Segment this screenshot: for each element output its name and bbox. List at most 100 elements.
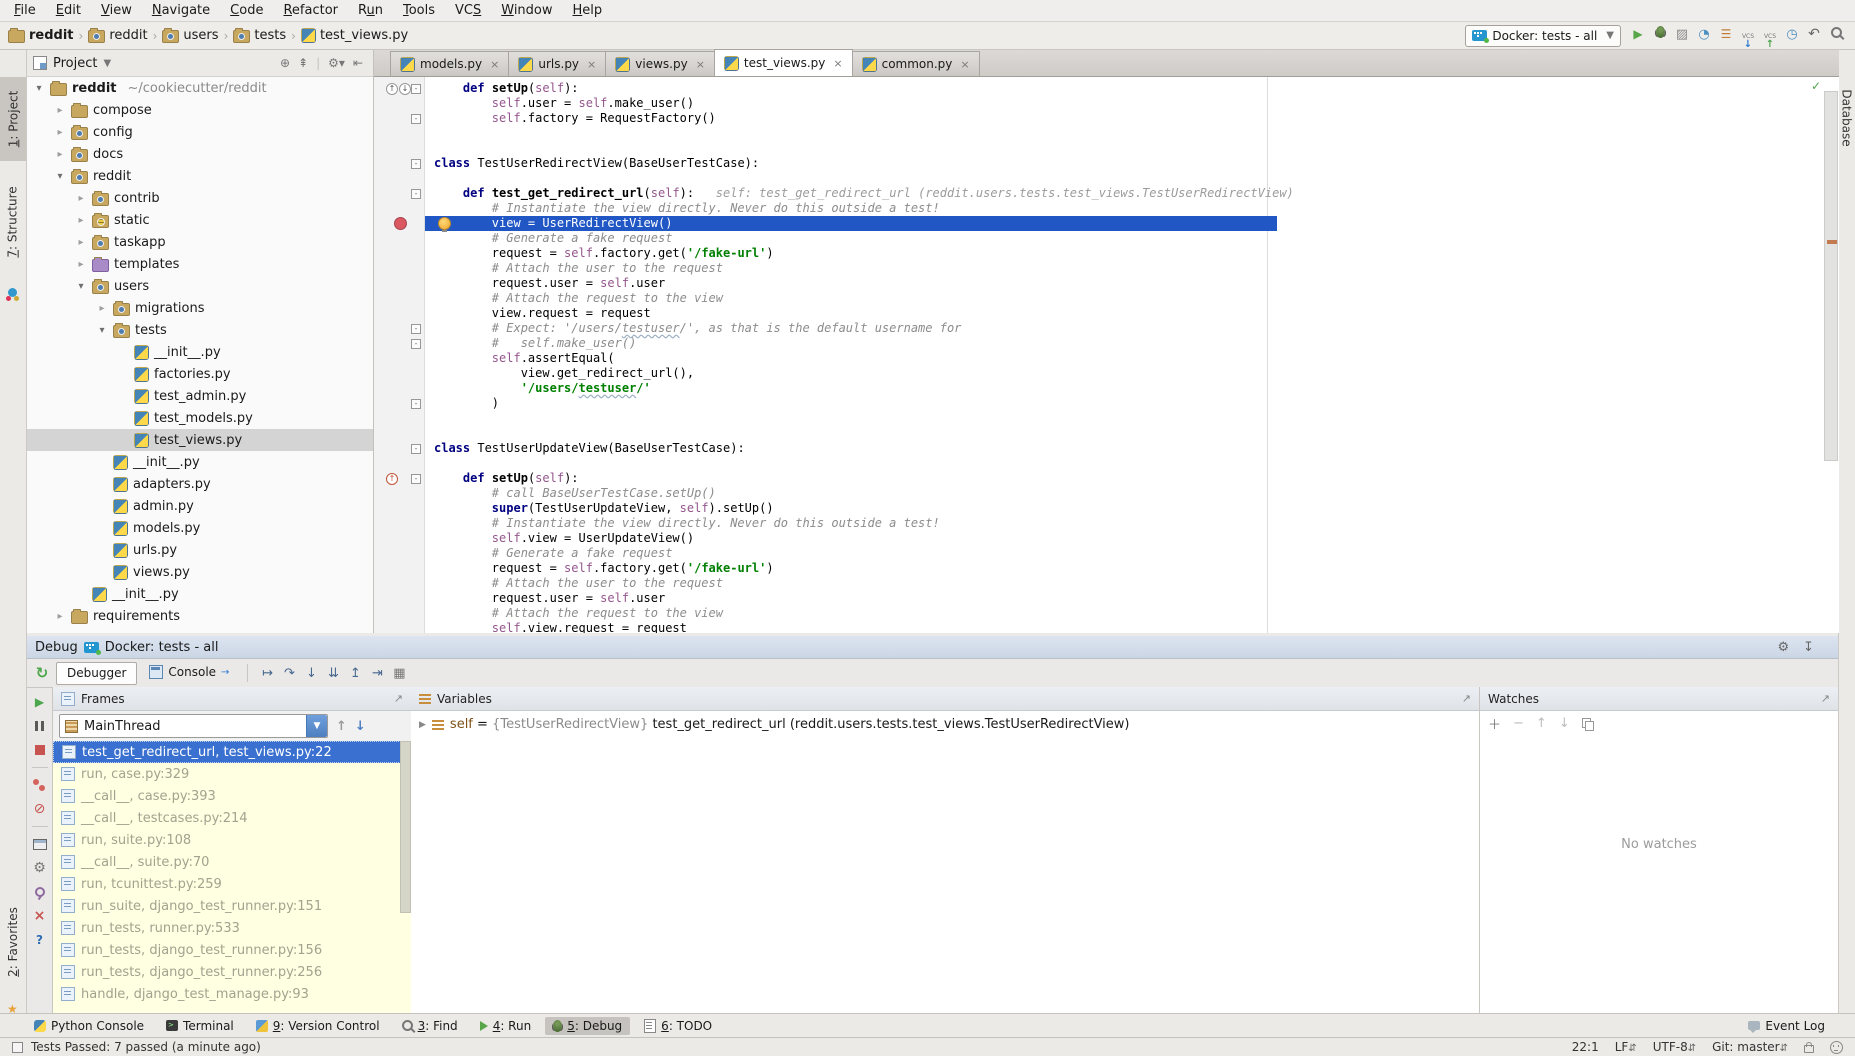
stack-frame-row[interactable]: run, suite.py:108	[53, 829, 411, 851]
toolwindow-button-9-version-control[interactable]: 9: Version Control	[248, 1017, 388, 1035]
tree-item-static[interactable]: ▸static	[27, 209, 373, 231]
override-icon[interactable]: ↑	[386, 473, 398, 485]
history-icon[interactable]	[1781, 24, 1803, 44]
coverage-icon[interactable]	[1671, 24, 1693, 44]
tree-item-contrib[interactable]: ▸contrib	[27, 187, 373, 209]
stripe-tab-structure[interactable]: 7: Structure	[0, 170, 26, 274]
hide-panel-icon[interactable]: ⇤	[353, 56, 363, 70]
expand-arrow-icon[interactable]: ▶	[419, 720, 426, 730]
float-panel-icon[interactable]: ↗	[394, 692, 403, 705]
tree-item-adapters-py[interactable]: adapters.py	[27, 473, 373, 495]
fold-marker-icon[interactable]: -	[411, 159, 421, 169]
tree-item-migrations[interactable]: ▸migrations	[27, 297, 373, 319]
vcs-update-icon[interactable]: VCS↓	[1737, 34, 1759, 50]
breadcrumb-item[interactable]: reddit	[8, 28, 74, 43]
tree-item-factories-py[interactable]: factories.py	[27, 363, 373, 385]
tree-item-config[interactable]: ▸config	[27, 121, 373, 143]
toolwindow-button-3-find[interactable]: 3: Find	[394, 1017, 466, 1035]
tree-arrow-icon[interactable]: ▸	[54, 127, 66, 138]
toolwindow-button-4-run[interactable]: 4: Run	[472, 1017, 540, 1035]
move-up-icon[interactable]: ↑	[1536, 716, 1547, 731]
breadcrumb-item[interactable]: reddit	[88, 28, 147, 43]
hector-icon[interactable]	[1830, 1041, 1843, 1054]
vcs-commit-icon[interactable]: VCS↑	[1759, 34, 1781, 50]
tree-item-requirements[interactable]: ▸requirements	[27, 605, 373, 627]
tree-item-taskapp[interactable]: ▸taskapp	[27, 231, 373, 253]
tree-item-docs[interactable]: ▸docs	[27, 143, 373, 165]
fold-marker-icon[interactable]: -	[411, 84, 421, 94]
tree-item-tests[interactable]: ▾tests	[27, 319, 373, 341]
stack-frame-row[interactable]: run_suite, django_test_runner.py:151	[53, 895, 411, 917]
menu-vcs[interactable]: VCS	[445, 3, 491, 18]
rerun-icon[interactable]: ↻	[31, 664, 53, 682]
tab-common-py[interactable]: common.py×	[852, 51, 980, 76]
tree-item-reddit[interactable]: ▾reddit	[27, 165, 373, 187]
menu-window[interactable]: Window	[491, 3, 562, 18]
search-icon[interactable]	[1825, 22, 1847, 42]
tab-models-py[interactable]: models.py×	[390, 51, 509, 76]
toolwindow-button-python-console[interactable]: Python Console	[26, 1017, 152, 1035]
tree-item-urls-py[interactable]: urls.py	[27, 539, 373, 561]
tree-arrow-icon[interactable]: ▾	[96, 325, 108, 336]
stack-frame-row[interactable]: run_tests, django_test_runner.py:156	[53, 939, 411, 961]
stripe-tab-favorites[interactable]: 2: Favorites	[0, 890, 26, 994]
menu-view[interactable]: View	[91, 3, 142, 18]
help-icon[interactable]: ?	[32, 933, 48, 947]
mute-breakpoints-icon[interactable]: ⊘	[32, 802, 48, 816]
locate-icon[interactable]: ⊕	[280, 56, 290, 70]
step-over-icon[interactable]	[278, 663, 300, 683]
stop-icon[interactable]	[32, 743, 48, 757]
tree-item-reddit[interactable]: ▾reddit~/cookiecutter/reddit	[27, 77, 373, 99]
chevron-down-icon[interactable]: ▼	[306, 715, 327, 737]
tree-item-views-py[interactable]: views.py	[27, 561, 373, 583]
stack-frame-row[interactable]: run, case.py:329	[53, 763, 411, 785]
stack-frame-row[interactable]: handle, django_test_manage.py:93	[53, 983, 411, 1005]
stack-frame-row[interactable]: __call__, testcases.py:214	[53, 807, 411, 829]
tree-item-templates[interactable]: ▸templates	[27, 253, 373, 275]
undo-icon[interactable]	[1803, 24, 1825, 44]
menu-file[interactable]: File	[4, 3, 46, 18]
tree-arrow-icon[interactable]: ▸	[75, 215, 87, 226]
copy-icon[interactable]	[1582, 718, 1591, 728]
fold-marker-icon[interactable]: -	[411, 399, 421, 409]
toolwindow-button-terminal[interactable]: Terminal	[158, 1017, 242, 1035]
breadcrumb-item[interactable]: test_views.py	[301, 28, 408, 43]
frame-down-icon[interactable]: ↓	[355, 719, 366, 734]
stack-frame-row[interactable]: __call__, case.py:393	[53, 785, 411, 807]
resume-icon[interactable]: ▶	[32, 695, 48, 709]
tree-arrow-icon[interactable]: ▸	[96, 303, 108, 314]
float-panel-icon[interactable]: ↗	[1462, 692, 1471, 705]
menu-code[interactable]: Code	[220, 3, 273, 18]
tree-arrow-icon[interactable]: ▾	[75, 281, 87, 292]
close-tab-icon[interactable]: ×	[587, 58, 596, 71]
close-icon[interactable]: ×	[32, 909, 48, 923]
code-area[interactable]: def setUp(self): self.user = self.make_u…	[425, 77, 1839, 633]
editor-scrollbar[interactable]	[1824, 91, 1838, 461]
close-tab-icon[interactable]: ×	[833, 57, 842, 70]
tree-item--init-py[interactable]: __init__.py	[27, 341, 373, 363]
tree-arrow-icon[interactable]: ▸	[54, 105, 66, 116]
restore-layout-icon[interactable]	[32, 837, 48, 851]
stack-frame-row[interactable]: run, tcunittest.py:259	[53, 873, 411, 895]
tab-test_views-py[interactable]: test_views.py×	[714, 49, 853, 76]
step-into-icon[interactable]	[300, 663, 322, 683]
tree-item--init-py[interactable]: __init__.py	[27, 583, 373, 605]
evaluate-expression-icon[interactable]	[388, 663, 410, 683]
fold-marker-icon[interactable]: -	[411, 339, 421, 349]
toolwindow-button-6-todo[interactable]: 6: TODO	[636, 1017, 720, 1035]
stripe-tab-database[interactable]: Database	[1839, 70, 1855, 166]
tree-arrow-icon[interactable]: ▸	[75, 237, 87, 248]
add-watch-icon[interactable]: ＋	[1488, 714, 1501, 733]
toolwindow-button-5-debug[interactable]: 5: Debug	[545, 1017, 630, 1035]
tree-arrow-icon[interactable]: ▸	[54, 611, 66, 622]
remove-watch-icon[interactable]: −	[1513, 716, 1524, 731]
run-icon[interactable]	[1627, 24, 1649, 44]
tree-item-models-py[interactable]: models.py	[27, 517, 373, 539]
tree-item-admin-py[interactable]: admin.py	[27, 495, 373, 517]
concurrency-icon[interactable]	[1715, 24, 1737, 44]
collapse-all-icon[interactable]: ⇞	[298, 56, 308, 70]
menu-refactor[interactable]: Refactor	[273, 3, 348, 18]
tree-item-test-views-py[interactable]: test_views.py	[27, 429, 373, 451]
vcs-branch[interactable]: Git: master⇵	[1712, 1040, 1788, 1054]
step-out-icon[interactable]	[344, 663, 366, 683]
